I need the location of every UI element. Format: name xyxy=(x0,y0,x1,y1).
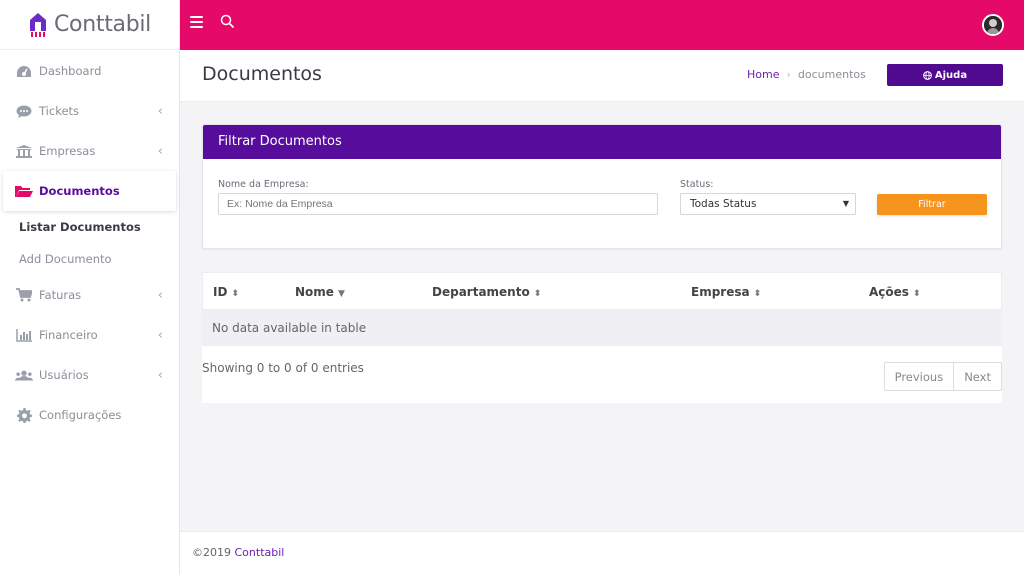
column-header-empresa[interactable]: Empresa ⬍ xyxy=(691,285,761,299)
status-label: Status: xyxy=(680,179,714,190)
chevron-left-icon: ‹ xyxy=(157,143,163,159)
globe-icon xyxy=(923,70,932,80)
sort-icon: ⬍ xyxy=(912,289,921,299)
brand[interactable]: Conttabil xyxy=(0,0,179,50)
breadcrumb-home-link[interactable]: Home xyxy=(747,68,779,81)
page-header: Documentos Home › documentos Ajuda xyxy=(180,50,1024,102)
column-header-nome[interactable]: Nome ▼ xyxy=(295,285,345,299)
sidebar-item-dashboard[interactable]: Dashboard xyxy=(0,51,179,91)
folder-open-icon xyxy=(15,184,33,198)
users-icon xyxy=(15,368,33,382)
column-header-departamento[interactable]: Departamento ⬍ xyxy=(432,285,541,299)
chevron-left-icon: ‹ xyxy=(157,103,163,119)
column-header-label: Nome xyxy=(295,285,334,299)
gear-icon xyxy=(15,407,33,423)
sidebar-item-label: Usuários xyxy=(39,368,89,382)
table-empty-row: No data available in table xyxy=(202,310,1002,346)
sidebar-item-label: Configurações xyxy=(39,408,122,422)
sidebar-subitem-label: Listar Documentos xyxy=(19,220,141,234)
chevron-left-icon: ‹ xyxy=(157,367,163,383)
table-info: Showing 0 to 0 of 0 entries xyxy=(202,361,364,375)
sidebar-item-label: Documentos xyxy=(39,184,120,198)
help-button[interactable]: Ajuda xyxy=(887,64,1003,86)
dashboard-icon xyxy=(15,64,33,78)
previous-page-button[interactable]: Previous xyxy=(883,362,954,391)
documents-table-card: ID ⬍ Nome ▼ Departamento ⬍ Empresa ⬍ Ações ⬍ … xyxy=(202,272,1002,403)
sidebar-item-tickets[interactable]: Tickets ‹ xyxy=(0,91,179,131)
next-page-button[interactable]: Next xyxy=(953,362,1002,391)
column-header-id[interactable]: ID ⬍ xyxy=(213,285,239,299)
sidebar-item-faturas[interactable]: Faturas ‹ xyxy=(0,275,179,315)
filter-card-title: Filtrar Documentos xyxy=(203,125,1001,159)
caret-down-icon: ▼ xyxy=(842,199,849,208)
chevron-left-icon: ‹ xyxy=(157,287,163,303)
breadcrumb: Home › documentos xyxy=(747,68,866,81)
sidebar-item-label: Tickets xyxy=(39,104,80,118)
sidebar: Conttabil Dashboard Tickets ‹ Empresas ‹ xyxy=(0,0,180,574)
page-title: Documentos xyxy=(202,63,322,85)
sidebar-item-label: Financeiro xyxy=(39,328,98,342)
help-button-label: Ajuda xyxy=(934,69,968,81)
brand-name: Conttabil xyxy=(54,12,151,37)
breadcrumb-separator-icon: › xyxy=(786,68,791,81)
cart-icon xyxy=(15,288,33,302)
column-header-label: ID xyxy=(213,285,228,299)
column-header-acoes[interactable]: Ações ⬍ xyxy=(869,285,920,299)
bank-icon xyxy=(15,144,33,158)
company-name-label: Nome da Empresa: xyxy=(218,179,309,190)
sidebar-nav: Dashboard Tickets ‹ Empresas ‹ Documento… xyxy=(0,51,179,435)
filter-button[interactable]: Filtrar xyxy=(877,194,987,215)
status-select-value: Todas Status xyxy=(690,198,757,210)
sort-desc-icon: ▼ xyxy=(337,289,345,299)
column-header-label: Ações xyxy=(869,285,909,299)
topbar xyxy=(180,0,1024,50)
sidebar-subitem-add-documento[interactable]: Add Documento xyxy=(0,243,179,275)
filter-card: Filtrar Documentos Nome da Empresa: Stat… xyxy=(202,124,1002,249)
avatar[interactable] xyxy=(982,14,1004,36)
sidebar-item-configuracoes[interactable]: Configurações xyxy=(0,395,179,435)
bar-chart-icon xyxy=(15,328,33,342)
sidebar-subitem-listar-documentos[interactable]: Listar Documentos xyxy=(0,211,179,243)
sidebar-item-empresas[interactable]: Empresas ‹ xyxy=(0,131,179,171)
sidebar-item-label: Empresas xyxy=(39,144,96,158)
sidebar-item-usuarios[interactable]: Usuários ‹ xyxy=(0,355,179,395)
table-header: ID ⬍ Nome ▼ Departamento ⬍ Empresa ⬍ Ações ⬍ xyxy=(202,272,1002,310)
company-name-input[interactable] xyxy=(218,193,658,215)
footer: ©2019 Conttabil xyxy=(180,531,1024,574)
sort-icon: ⬍ xyxy=(533,289,542,299)
pagination: Previous Next xyxy=(883,362,1002,391)
menu-icon[interactable] xyxy=(190,16,203,28)
footer-copyright: ©2019 xyxy=(192,546,231,559)
sidebar-item-financeiro[interactable]: Financeiro ‹ xyxy=(0,315,179,355)
column-header-label: Empresa xyxy=(691,285,750,299)
logo-icon xyxy=(30,12,46,37)
sidebar-item-label: Dashboard xyxy=(39,64,102,78)
comment-icon xyxy=(15,104,33,118)
sidebar-item-documentos[interactable]: Documentos xyxy=(3,171,176,211)
sort-icon: ⬍ xyxy=(231,289,239,299)
sort-icon: ⬍ xyxy=(753,289,762,299)
column-header-label: Departamento xyxy=(432,285,530,299)
footer-brand-link[interactable]: Conttabil xyxy=(235,546,285,559)
sidebar-subitem-label: Add Documento xyxy=(19,252,112,266)
breadcrumb-current: documentos xyxy=(797,68,866,81)
chevron-left-icon: ‹ xyxy=(157,327,163,343)
search-icon[interactable] xyxy=(220,14,235,29)
sidebar-item-label: Faturas xyxy=(39,288,82,302)
status-select[interactable]: Todas Status ▼ xyxy=(680,193,856,215)
